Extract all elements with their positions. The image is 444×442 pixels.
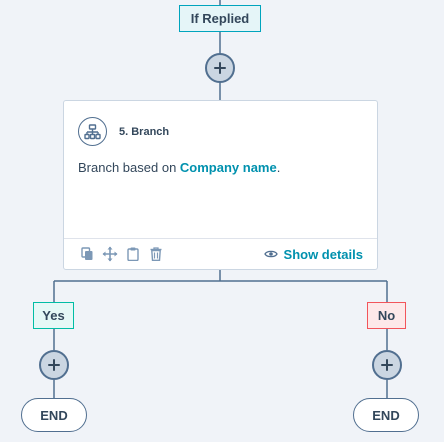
add-action-button-yes[interactable] bbox=[39, 350, 69, 380]
no-branch-text: No bbox=[377, 308, 396, 323]
branch-action-card[interactable]: 5. Branch Branch based on Company name. bbox=[63, 100, 378, 270]
trash-icon[interactable] bbox=[148, 246, 164, 262]
card-toolbar bbox=[79, 246, 171, 262]
plus-icon bbox=[214, 62, 226, 74]
plus-icon bbox=[48, 359, 60, 371]
eye-icon bbox=[263, 249, 278, 259]
description-suffix: . bbox=[276, 160, 281, 175]
branch-icon bbox=[78, 117, 107, 146]
end-node-no: END bbox=[353, 398, 419, 432]
move-icon[interactable] bbox=[102, 246, 118, 262]
card-header: 5. Branch bbox=[78, 117, 169, 146]
branch-property[interactable]: Company name bbox=[180, 160, 277, 175]
workflow-canvas: If Replied 5. Branch Branch based on Com… bbox=[0, 0, 444, 442]
add-action-button-no[interactable] bbox=[372, 350, 402, 380]
card-title: 5. Branch bbox=[119, 125, 170, 138]
if-replied-text: If Replied bbox=[190, 11, 250, 26]
card-footer: Show details bbox=[64, 238, 377, 269]
end-node-yes: END bbox=[21, 398, 87, 432]
description-prefix: Branch based on bbox=[78, 160, 180, 175]
show-details-label: Show details bbox=[283, 246, 363, 262]
end-label-no: END bbox=[372, 407, 400, 423]
yes-branch-text: Yes bbox=[42, 308, 65, 323]
no-branch-label[interactable]: No bbox=[367, 302, 406, 329]
plus-icon bbox=[381, 359, 393, 371]
if-replied-label[interactable]: If Replied bbox=[179, 5, 261, 32]
card-description: Branch based on Company name. bbox=[78, 160, 280, 175]
add-action-button-top[interactable] bbox=[205, 53, 235, 83]
end-label-yes: END bbox=[40, 407, 68, 423]
show-details-button[interactable]: Show details bbox=[263, 246, 363, 262]
yes-branch-label[interactable]: Yes bbox=[33, 302, 74, 329]
clipboard-icon[interactable] bbox=[125, 246, 141, 262]
clone-icon[interactable] bbox=[79, 246, 95, 262]
